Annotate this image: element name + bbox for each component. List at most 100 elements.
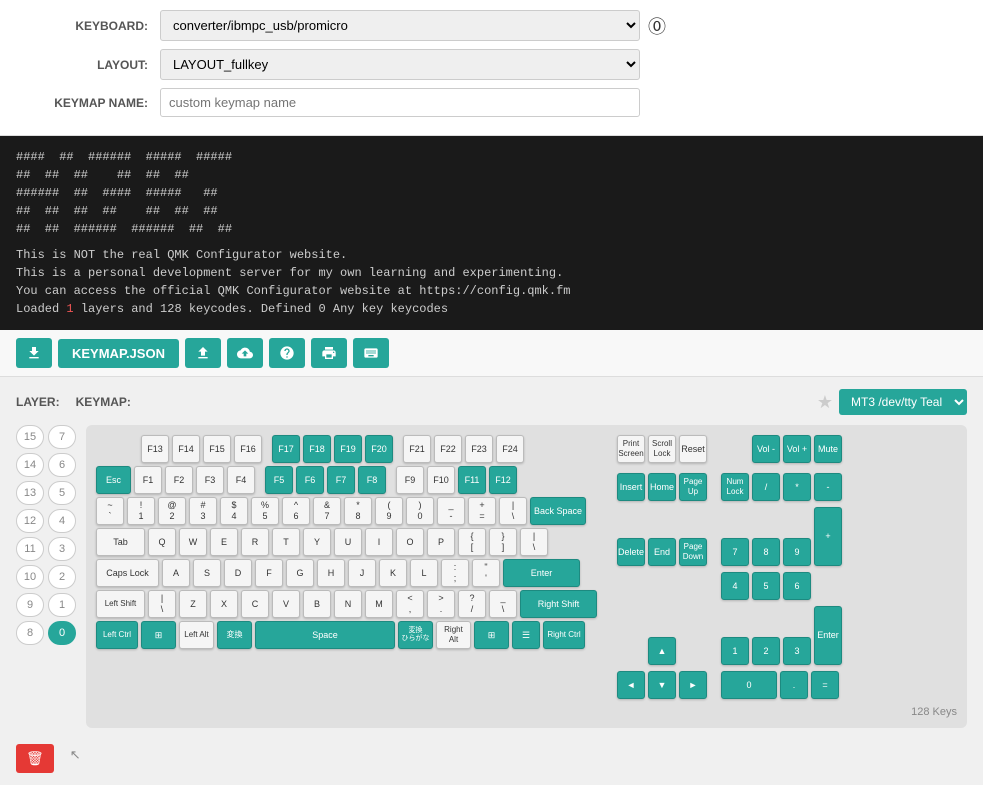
key-f12[interactable]: F12 bbox=[489, 466, 517, 494]
key-tilde[interactable]: ~` bbox=[96, 497, 124, 525]
key-f14[interactable]: F14 bbox=[172, 435, 200, 463]
keyboard-select[interactable]: converter/ibmpc_usb/promicro bbox=[160, 10, 640, 41]
key-f4[interactable]: F4 bbox=[227, 466, 255, 494]
star-icon[interactable]: ★ bbox=[817, 392, 833, 413]
key-9[interactable]: (9 bbox=[375, 497, 403, 525]
key-yen[interactable]: |\ bbox=[499, 497, 527, 525]
key-num-9[interactable]: 9 bbox=[783, 538, 811, 566]
print-button[interactable] bbox=[311, 338, 347, 368]
key-y[interactable]: Y bbox=[303, 528, 331, 556]
key-page-down[interactable]: Page Down bbox=[679, 538, 707, 566]
key-esc[interactable]: Esc bbox=[96, 466, 131, 494]
key-num-eq[interactable]: = bbox=[811, 671, 839, 699]
key-num-6[interactable]: 6 bbox=[783, 572, 811, 600]
key-equals[interactable]: += bbox=[468, 497, 496, 525]
key-scroll-lock[interactable]: Scroll Lock bbox=[648, 435, 676, 463]
key-semicolon[interactable]: :; bbox=[441, 559, 469, 587]
key-g[interactable]: G bbox=[286, 559, 314, 587]
key-x[interactable]: X bbox=[210, 590, 238, 618]
key-page-up[interactable]: Page Up bbox=[679, 473, 707, 501]
key-num-slash[interactable]: / bbox=[752, 473, 780, 501]
layer-6[interactable]: 6 bbox=[48, 453, 76, 477]
key-s[interactable]: S bbox=[193, 559, 221, 587]
key-print-screen[interactable]: Print Screen bbox=[617, 435, 645, 463]
key-n[interactable]: N bbox=[334, 590, 362, 618]
key-right-ctrl[interactable]: Right Ctrl bbox=[543, 621, 585, 649]
keyboard-button[interactable] bbox=[353, 338, 389, 368]
key-f[interactable]: F bbox=[255, 559, 283, 587]
key-right-alt[interactable]: Right Alt bbox=[436, 621, 471, 649]
key-num-8[interactable]: 8 bbox=[752, 538, 780, 566]
key-b[interactable]: B bbox=[303, 590, 331, 618]
key-r[interactable]: R bbox=[241, 528, 269, 556]
key-insert[interactable]: Insert bbox=[617, 473, 645, 501]
layer-0[interactable]: 0 bbox=[48, 621, 76, 645]
key-reset[interactable]: Reset bbox=[679, 435, 707, 463]
key-u[interactable]: U bbox=[334, 528, 362, 556]
key-num-plus[interactable]: + bbox=[814, 507, 842, 566]
layer-4[interactable]: 4 bbox=[48, 509, 76, 533]
github-icon[interactable]: ⓪ bbox=[648, 13, 666, 39]
layer-11[interactable]: 11 bbox=[16, 537, 44, 561]
key-w[interactable]: W bbox=[179, 528, 207, 556]
key-comma[interactable]: <, bbox=[396, 590, 424, 618]
key-7[interactable]: &7 bbox=[313, 497, 341, 525]
layer-5[interactable]: 5 bbox=[48, 481, 76, 505]
key-h[interactable]: H bbox=[317, 559, 345, 587]
key-tab[interactable]: Tab bbox=[96, 528, 145, 556]
layer-9[interactable]: 9 bbox=[16, 593, 44, 617]
key-delete[interactable]: Delete bbox=[617, 538, 645, 566]
key-f1[interactable]: F1 bbox=[134, 466, 162, 494]
layer-12[interactable]: 12 bbox=[16, 509, 44, 533]
key-5[interactable]: %5 bbox=[251, 497, 279, 525]
key-f13[interactable]: F13 bbox=[141, 435, 169, 463]
keymap-name-input[interactable] bbox=[160, 88, 640, 117]
layer-1[interactable]: 1 bbox=[48, 593, 76, 617]
key-f23[interactable]: F23 bbox=[465, 435, 493, 463]
key-num-dot[interactable]: . bbox=[780, 671, 808, 699]
layer-3[interactable]: 3 bbox=[48, 537, 76, 561]
key-f2[interactable]: F2 bbox=[165, 466, 193, 494]
key-a[interactable]: A bbox=[162, 559, 190, 587]
key-1[interactable]: !1 bbox=[127, 497, 155, 525]
key-num-3[interactable]: 3 bbox=[783, 637, 811, 665]
key-v[interactable]: V bbox=[272, 590, 300, 618]
key-left-ctrl[interactable]: Left Ctrl bbox=[96, 621, 138, 649]
key-right[interactable]: ► bbox=[679, 671, 707, 699]
key-6[interactable]: ^6 bbox=[282, 497, 310, 525]
upload-button[interactable] bbox=[185, 338, 221, 368]
key-num-enter[interactable]: Enter bbox=[814, 606, 842, 665]
key-f16[interactable]: F16 bbox=[234, 435, 262, 463]
download-button[interactable] bbox=[16, 338, 52, 368]
key-henkan[interactable]: 変換ひらがな bbox=[398, 621, 433, 649]
key-down[interactable]: ▼ bbox=[648, 671, 676, 699]
key-f11[interactable]: F11 bbox=[458, 466, 486, 494]
cloud-upload-button[interactable] bbox=[227, 338, 263, 368]
key-left-alt[interactable]: Left Alt bbox=[179, 621, 214, 649]
key-minus[interactable]: _- bbox=[437, 497, 465, 525]
key-backslash[interactable]: |\ bbox=[520, 528, 548, 556]
layer-7[interactable]: 7 bbox=[48, 425, 76, 449]
layer-14[interactable]: 14 bbox=[16, 453, 44, 477]
help-button[interactable] bbox=[269, 338, 305, 368]
layer-10[interactable]: 10 bbox=[16, 565, 44, 589]
key-left-win[interactable]: ⊞ bbox=[141, 621, 176, 649]
key-c[interactable]: C bbox=[241, 590, 269, 618]
key-menu[interactable]: ☰ bbox=[512, 621, 540, 649]
key-lbracket[interactable]: {[ bbox=[458, 528, 486, 556]
key-mute[interactable]: Mute bbox=[814, 435, 842, 463]
key-f3[interactable]: F3 bbox=[196, 466, 224, 494]
key-f24[interactable]: F24 bbox=[496, 435, 524, 463]
layer-15[interactable]: 15 bbox=[16, 425, 44, 449]
key-i[interactable]: I bbox=[365, 528, 393, 556]
key-q[interactable]: Q bbox=[148, 528, 176, 556]
key-right-shift[interactable]: Right Shift bbox=[520, 590, 597, 618]
delete-layer-button[interactable]: 🗑 bbox=[16, 744, 54, 773]
key-f8[interactable]: F8 bbox=[358, 466, 386, 494]
key-8[interactable]: *8 bbox=[344, 497, 372, 525]
key-num-2[interactable]: 2 bbox=[752, 637, 780, 665]
color-scheme-select[interactable]: MT3 /dev/tty Teal bbox=[839, 389, 967, 415]
key-p[interactable]: P bbox=[427, 528, 455, 556]
key-period[interactable]: >. bbox=[427, 590, 455, 618]
key-f19[interactable]: F19 bbox=[334, 435, 362, 463]
